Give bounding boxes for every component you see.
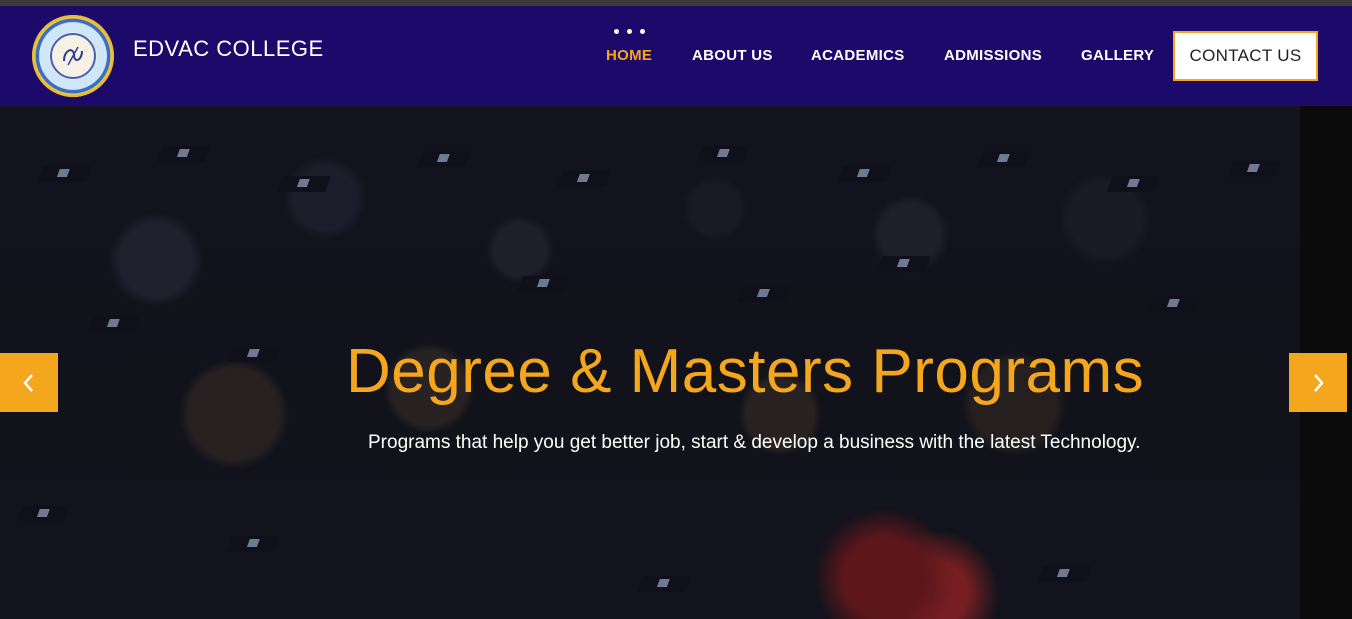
logo-seal-icon <box>50 33 96 79</box>
slider-next-button[interactable] <box>1289 353 1347 412</box>
contact-us-button[interactable]: CONTACT US <box>1173 31 1318 81</box>
three-dots-icon <box>614 29 646 35</box>
hero-subtitle: Programs that help you get better job, s… <box>368 432 1141 453</box>
college-logo[interactable] <box>32 15 114 97</box>
nav-gallery[interactable]: GALLERY <box>1081 47 1154 64</box>
hero-title: Degree & Masters Programs <box>346 337 1145 406</box>
nav-admissions[interactable]: ADMISSIONS <box>944 47 1042 64</box>
nav-academics[interactable]: ACADEMICS <box>811 47 905 64</box>
hero-slider: Degree & Masters Programs Programs that … <box>0 106 1352 619</box>
nav-home[interactable]: HOME <box>606 47 652 64</box>
brand-name[interactable]: EDVAC COLLEGE <box>133 36 324 62</box>
chevron-left-icon <box>23 373 33 392</box>
site-header: EDVAC COLLEGE HOME ABOUT US ACADEMICS AD… <box>0 6 1352 106</box>
nav-about-us[interactable]: ABOUT US <box>692 47 773 64</box>
chevron-right-icon <box>1314 373 1324 392</box>
slider-prev-button[interactable] <box>0 353 58 412</box>
